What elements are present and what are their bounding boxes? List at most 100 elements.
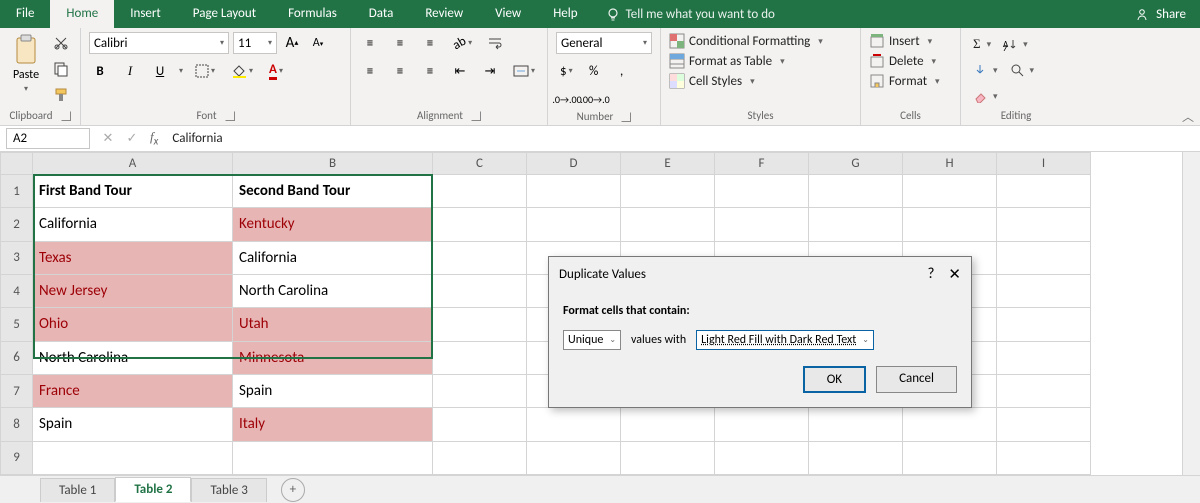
tell-me-search[interactable]: Tell me what you want to do <box>594 7 787 22</box>
cell[interactable] <box>809 208 903 241</box>
cell[interactable]: Kentucky <box>233 208 433 241</box>
cell[interactable] <box>997 308 1091 341</box>
sheet-tab-1[interactable]: Table 1 <box>40 478 115 502</box>
format-as-table-button[interactable]: Format as Table▾ <box>669 52 852 70</box>
select-all-corner[interactable] <box>1 153 33 175</box>
cell[interactable] <box>809 175 903 208</box>
dup-type-select[interactable]: Unique⌄ <box>563 330 621 350</box>
cell[interactable] <box>809 408 903 441</box>
cell[interactable] <box>903 208 997 241</box>
copy-button[interactable] <box>50 58 72 80</box>
borders-button[interactable]: ▾ <box>191 60 219 82</box>
orientation-button[interactable]: ab▾ <box>449 32 476 54</box>
ok-button[interactable]: OK <box>803 366 866 393</box>
insert-cells-button[interactable]: Insert▾ <box>869 32 952 50</box>
cell[interactable]: France <box>33 374 233 407</box>
cell[interactable] <box>997 341 1091 374</box>
cell[interactable]: California <box>233 241 433 274</box>
cell[interactable]: New Jersey <box>33 274 233 307</box>
name-box[interactable]: A2 <box>6 128 90 149</box>
decrease-font-button[interactable]: A▾ <box>307 32 329 54</box>
cell[interactable] <box>33 441 233 474</box>
delete-cells-button[interactable]: Delete▾ <box>869 52 952 70</box>
cell[interactable]: California <box>33 208 233 241</box>
row-header[interactable]: 6 <box>1 341 33 374</box>
cell[interactable] <box>715 408 809 441</box>
cell-styles-button[interactable]: Cell Styles▾ <box>669 72 852 90</box>
new-sheet-button[interactable]: + <box>281 478 305 502</box>
format-painter-button[interactable] <box>50 84 72 106</box>
dialog-launcher-icon[interactable] <box>621 112 631 122</box>
decrease-decimal-button[interactable]: .00→.0 <box>584 88 606 110</box>
align-middle-button[interactable]: ≡ <box>389 32 411 54</box>
cell[interactable] <box>809 441 903 474</box>
row-header[interactable]: 5 <box>1 308 33 341</box>
tab-view[interactable]: View <box>479 0 537 28</box>
bold-button[interactable]: B <box>89 60 111 82</box>
col-header-B[interactable]: B <box>233 153 433 175</box>
enter-formula-button[interactable]: ✓ <box>120 131 144 146</box>
row-header[interactable]: 4 <box>1 274 33 307</box>
cell[interactable] <box>233 441 433 474</box>
cell[interactable]: North Carolina <box>33 341 233 374</box>
fill-color-button[interactable]: ▾ <box>227 60 257 82</box>
sheet-tab-3[interactable]: Table 3 <box>191 478 266 502</box>
tab-home[interactable]: Home <box>50 0 114 28</box>
cell[interactable]: Utah <box>233 308 433 341</box>
align-top-button[interactable]: ≡ <box>359 32 381 54</box>
percent-button[interactable]: % <box>583 60 605 82</box>
cell[interactable] <box>997 175 1091 208</box>
cell[interactable] <box>715 175 809 208</box>
align-center-button[interactable]: ≡ <box>389 60 411 82</box>
find-select-button[interactable]: ▾ <box>1006 59 1039 81</box>
formula-input[interactable]: California <box>164 129 1200 148</box>
cell[interactable]: Spain <box>233 374 433 407</box>
vertical-scrollbar[interactable] <box>1182 152 1200 475</box>
cell[interactable] <box>715 208 809 241</box>
fill-button[interactable]: ▾ <box>969 59 1002 81</box>
merge-center-button[interactable]: ▾ <box>509 60 539 82</box>
cell[interactable] <box>527 408 621 441</box>
cell[interactable]: First Band Tour <box>33 175 233 208</box>
cell[interactable] <box>997 274 1091 307</box>
increase-decimal-button[interactable]: .0→.00 <box>556 88 578 110</box>
cell[interactable]: Ohio <box>33 308 233 341</box>
number-format-combo[interactable]: General▾ <box>556 32 652 54</box>
sort-filter-button[interactable]: AZ▾ <box>999 33 1032 55</box>
cell[interactable] <box>621 175 715 208</box>
dialog-close-button[interactable]: ✕ <box>948 265 961 284</box>
format-cells-button[interactable]: Format▾ <box>869 72 952 90</box>
conditional-formatting-button[interactable]: Conditional Formatting▾ <box>669 32 852 50</box>
cell[interactable] <box>433 175 527 208</box>
row-header[interactable]: 7 <box>1 374 33 407</box>
cancel-button[interactable]: Cancel <box>876 366 957 393</box>
cell[interactable] <box>621 408 715 441</box>
cell[interactable] <box>433 308 527 341</box>
cell[interactable]: Spain <box>33 408 233 441</box>
cell[interactable]: Texas <box>33 241 233 274</box>
cell[interactable] <box>433 408 527 441</box>
row-header[interactable]: 9 <box>1 441 33 474</box>
collapse-ribbon-button[interactable]: ︿ <box>1182 108 1194 125</box>
decrease-indent-button[interactable]: ⇤ <box>449 60 471 82</box>
increase-indent-button[interactable]: ⇥ <box>479 60 501 82</box>
row-header[interactable]: 3 <box>1 241 33 274</box>
col-header-C[interactable]: C <box>433 153 527 175</box>
paste-button[interactable]: Paste ▾ <box>8 32 44 96</box>
cut-button[interactable] <box>50 32 72 54</box>
fx-icon[interactable]: fx <box>150 129 158 148</box>
tab-file[interactable]: File <box>0 0 50 28</box>
cell[interactable] <box>997 441 1091 474</box>
col-header-G[interactable]: G <box>809 153 903 175</box>
font-size-combo[interactable]: 11▾ <box>233 32 277 54</box>
cell[interactable] <box>433 374 527 407</box>
autosum-button[interactable]: Σ▾ <box>969 33 995 55</box>
comma-button[interactable]: , <box>611 60 633 82</box>
align-left-button[interactable]: ≡ <box>359 60 381 82</box>
format-style-select[interactable]: Light Red Fill with Dark Red Text⌄ <box>696 330 874 350</box>
increase-font-button[interactable]: A▴ <box>281 32 303 54</box>
dialog-launcher-icon[interactable] <box>471 111 481 121</box>
align-right-button[interactable]: ≡ <box>419 60 441 82</box>
cancel-formula-button[interactable]: ✕ <box>96 131 120 146</box>
dialog-launcher-icon[interactable] <box>61 111 71 121</box>
